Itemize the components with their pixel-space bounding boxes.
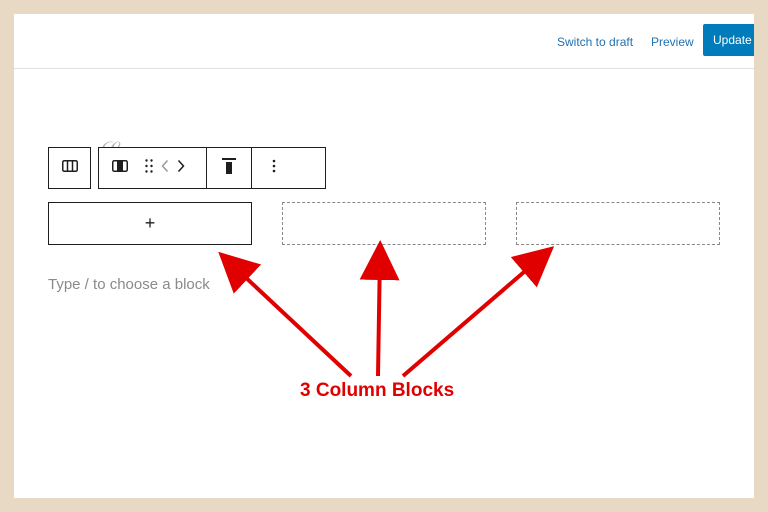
- annotation-label: 3 Column Blocks: [300, 380, 455, 401]
- arrow-to-column-1: [218, 251, 353, 378]
- arrow-to-column-3: [401, 246, 555, 378]
- editor-frame: Switch to draft Preview Update 𝒮: [14, 14, 754, 498]
- annotation-arrows: [218, 240, 555, 378]
- arrow-to-column-2: [359, 240, 400, 377]
